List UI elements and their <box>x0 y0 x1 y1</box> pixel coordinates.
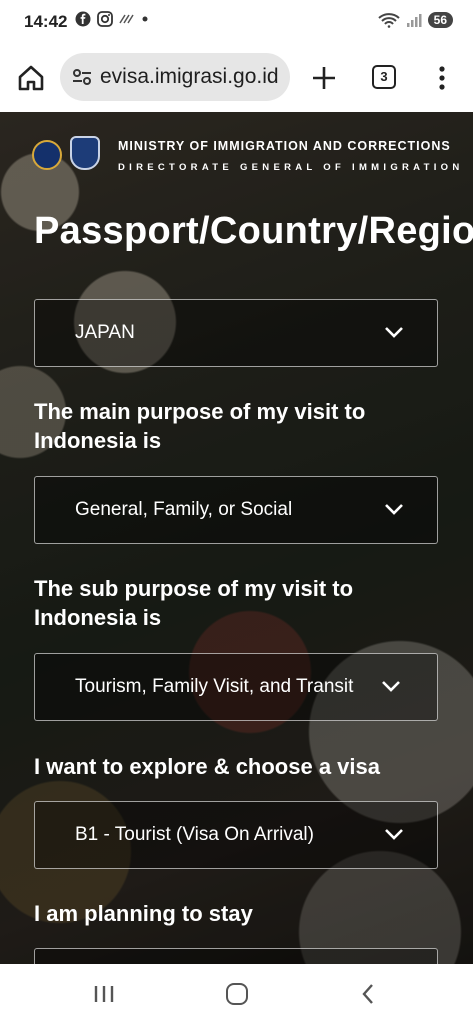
home-nav-icon[interactable] <box>226 983 248 1005</box>
status-time: 14:42 <box>24 12 68 31</box>
new-tab-icon[interactable] <box>309 63 339 93</box>
chevron-down-icon <box>385 829 403 840</box>
chevron-down-icon <box>385 504 403 515</box>
web-content: MINISTRY OF IMMIGRATION AND CORRECTIONS … <box>0 112 473 964</box>
chevron-down-icon <box>382 681 400 692</box>
sub-purpose-label: The sub purpose of my visit to Indonesia… <box>34 576 354 630</box>
instagram-icon <box>97 11 113 27</box>
system-nav-bar <box>0 964 473 1024</box>
visa-select[interactable]: B1 - Tourist (Visa On Arrival) <box>34 801 438 869</box>
main-purpose-select-value: General, Family, or Social <box>75 499 293 520</box>
sub-purpose-select[interactable]: Tourism, Family Visit, and Transit <box>34 653 438 721</box>
stay-duration-select[interactable] <box>34 948 438 964</box>
chevron-down-icon <box>385 327 403 338</box>
visa-select-value: B1 - Tourist (Visa On Arrival) <box>75 824 314 845</box>
home-icon[interactable] <box>16 63 46 93</box>
country-select[interactable]: JAPAN <box>34 299 438 367</box>
wifi-icon <box>377 13 400 28</box>
status-bar: 14:42 56 <box>0 0 473 46</box>
more-menu-icon[interactable] <box>434 63 450 93</box>
battery-indicator: 56 <box>427 12 453 28</box>
immigration-emblem-logo <box>70 136 100 170</box>
back-icon[interactable] <box>360 982 376 1006</box>
main-purpose-label: The main purpose of my visit to Indonesi… <box>34 399 366 453</box>
recent-apps-icon[interactable] <box>92 984 116 1004</box>
country-select-value: JAPAN <box>75 322 135 343</box>
page-title: Passport/Country/Region <box>34 210 473 252</box>
directorate-name: DIRECTORATE GENERAL OF IMMIGRATION <box>118 162 464 173</box>
stay-duration-label: I am planning to stay <box>34 901 253 926</box>
browser-toolbar: evisa.imigrasi.go.id 3 <box>0 46 473 113</box>
sub-purpose-select-value: Tourism, Family Visit, and Transit <box>75 676 354 697</box>
ministry-name: MINISTRY OF IMMIGRATION AND CORRECTIONS <box>118 139 451 153</box>
ministry-header: MINISTRY OF IMMIGRATION AND CORRECTIONS … <box>30 136 470 184</box>
signal-pattern-icon <box>119 14 134 24</box>
site-settings-icon[interactable] <box>70 65 94 89</box>
dot-icon <box>142 16 148 22</box>
tab-switcher-button[interactable]: 3 <box>372 65 396 89</box>
address-bar[interactable]: evisa.imigrasi.go.id <box>60 53 290 101</box>
url-text[interactable]: evisa.imigrasi.go.id <box>100 65 285 89</box>
ministry-emblem-logo <box>32 140 62 170</box>
cell-signal-icon <box>406 14 422 27</box>
visa-choice-label: I want to explore & choose a visa <box>34 754 380 779</box>
facebook-icon <box>75 11 91 27</box>
main-purpose-select[interactable]: General, Family, or Social <box>34 476 438 544</box>
